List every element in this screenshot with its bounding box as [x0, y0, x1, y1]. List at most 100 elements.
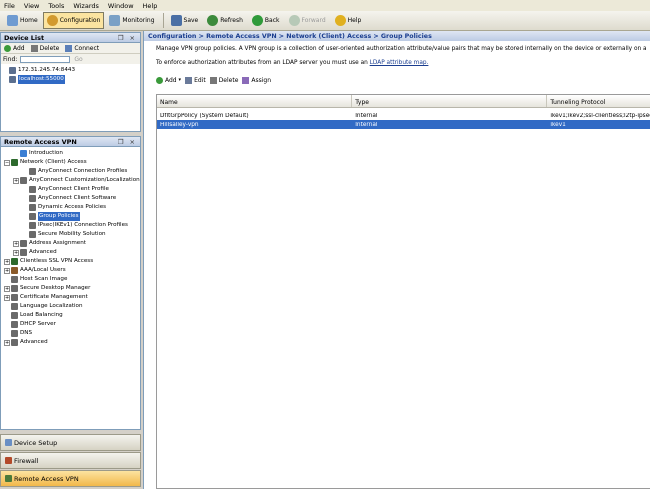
- device-list-toolbar: Add Delete Connect: [1, 43, 140, 54]
- tree-item-label: AnyConnect Client Software: [38, 195, 117, 201]
- help-icon: [334, 15, 346, 26]
- tree-item[interactable]: + Certificate Management: [4, 293, 140, 302]
- column-tunneling-protocol[interactable]: Tunneling Protocol: [547, 95, 650, 107]
- delete-device-button[interactable]: Delete: [30, 44, 59, 52]
- tree-item-label: DHCP Server: [20, 321, 56, 327]
- firewall-nav[interactable]: Firewall: [0, 452, 141, 469]
- tree-item-label: Group Policies: [38, 212, 80, 221]
- navigation-tree: Introduction − Network (Client) Access AnyC…: [1, 147, 140, 347]
- tree-item[interactable]: + AAA/Local Users: [4, 266, 140, 275]
- menu-view[interactable]: View: [24, 2, 39, 10]
- tree-expander-icon[interactable]: +: [13, 240, 19, 247]
- monitoring-button[interactable]: Monitoring: [105, 12, 158, 29]
- connect-device-button[interactable]: Connect: [65, 44, 99, 52]
- group-policy-toolbar: Add ▾ Edit Delete Assign: [156, 74, 275, 86]
- find-input[interactable]: [20, 55, 71, 63]
- refresh-icon: [207, 15, 219, 26]
- device-list-panel: Device List ❐ × Add Delete Connect Find:…: [0, 32, 141, 132]
- add-policy-button[interactable]: Add ▾: [156, 76, 181, 84]
- save-button[interactable]: Save: [167, 12, 203, 29]
- tree-expander-icon[interactable]: +: [4, 267, 10, 274]
- tree-item-label: AnyConnect Client Profile: [38, 186, 109, 192]
- tree-item[interactable]: Secure Mobility Solution: [4, 230, 140, 239]
- tree-item-label: Certificate Management: [20, 294, 88, 300]
- menu-file[interactable]: File: [4, 2, 15, 10]
- tree-node-icon: [11, 339, 18, 346]
- tree-expander-icon[interactable]: +: [13, 249, 19, 256]
- tree-expander-icon[interactable]: +: [4, 258, 10, 265]
- tree-item-label: Advanced: [29, 249, 57, 255]
- tree-item[interactable]: + Advanced: [4, 248, 140, 257]
- tree-expander-icon[interactable]: −: [4, 159, 10, 166]
- tree-item[interactable]: DNS: [4, 329, 140, 338]
- vpn-icon: [5, 475, 12, 482]
- tree-item[interactable]: AnyConnect Connection Profiles: [4, 167, 140, 176]
- tree-item[interactable]: − Network (Client) Access: [4, 158, 140, 167]
- go-button[interactable]: Go: [74, 56, 82, 63]
- tree-item-label: AnyConnect Connection Profiles: [38, 168, 128, 174]
- configuration-button[interactable]: Configuration: [42, 12, 105, 29]
- tree-item[interactable]: + Address Assignment: [4, 239, 140, 248]
- menu-wizards[interactable]: Wizards: [73, 2, 99, 10]
- tree-expander-icon[interactable]: +: [4, 339, 10, 346]
- ldap-attribute-map-link[interactable]: LDAP attribute map.: [370, 60, 429, 66]
- back-button[interactable]: Back: [248, 12, 284, 29]
- tree-item[interactable]: Introduction: [4, 149, 140, 158]
- assign-policy-button[interactable]: Assign: [242, 76, 271, 84]
- tree-node-icon: [20, 240, 27, 247]
- tree-node-icon: [29, 213, 36, 220]
- add-icon: [4, 44, 11, 52]
- device-item[interactable]: localhost:55000: [9, 75, 140, 84]
- delete-policy-button[interactable]: Delete: [209, 76, 238, 84]
- forward-button[interactable]: Forward: [285, 12, 330, 29]
- tree-item[interactable]: Language Localization: [4, 302, 140, 311]
- tree-expander-icon[interactable]: +: [4, 285, 10, 292]
- tree-item[interactable]: Dynamic Access Policies: [4, 203, 140, 212]
- panel-controls[interactable]: ❐ ×: [118, 138, 137, 146]
- find-row: Find: Go: [1, 54, 140, 64]
- device-setup-nav[interactable]: Device Setup: [0, 434, 141, 451]
- tree-expander-icon[interactable]: +: [4, 294, 10, 301]
- tree-item[interactable]: DHCP Server: [4, 320, 140, 329]
- tree-item[interactable]: AnyConnect Client Profile: [4, 185, 140, 194]
- home-icon: [7, 15, 18, 26]
- tree-item[interactable]: Group Policies: [4, 212, 140, 221]
- edit-policy-button[interactable]: Edit: [185, 76, 206, 84]
- device-setup-icon: [5, 439, 12, 446]
- table-row[interactable]: Hillsalley-vpn Internal ikev1: [157, 120, 650, 129]
- table-row[interactable]: DfltGrpPolicy (System Default) Internal …: [157, 111, 650, 120]
- tree-node-icon: [29, 231, 36, 238]
- help-button[interactable]: Help: [331, 12, 366, 29]
- tree-item[interactable]: Load Balancing: [4, 311, 140, 320]
- menu-window[interactable]: Window: [108, 2, 134, 10]
- tree-node-icon: [11, 159, 18, 166]
- tree-expander-icon[interactable]: +: [13, 177, 19, 184]
- tree-item-label: AnyConnect Customization/Localization: [29, 177, 140, 183]
- remote-access-vpn-title: Remote Access VPN ❐ ×: [1, 137, 140, 147]
- remote-access-vpn-nav[interactable]: Remote Access VPN: [0, 470, 141, 487]
- home-button[interactable]: Home: [3, 12, 42, 29]
- device-item[interactable]: 172.31.245.74:8443: [9, 66, 140, 75]
- menu-tools[interactable]: Tools: [48, 2, 64, 10]
- tree-item[interactable]: + AnyConnect Customization/Localization: [4, 176, 140, 185]
- tree-item[interactable]: AnyConnect Client Software: [4, 194, 140, 203]
- remote-access-vpn-panel: Remote Access VPN ❐ × Introduction − Netwo…: [0, 136, 141, 430]
- tree-item-label: Address Assignment: [29, 240, 86, 246]
- menu-help[interactable]: Help: [143, 2, 158, 10]
- refresh-button[interactable]: Refresh: [203, 12, 247, 29]
- tree-node-icon: [20, 150, 27, 157]
- add-device-button[interactable]: Add: [4, 44, 25, 52]
- panel-controls[interactable]: ❐ ×: [118, 34, 137, 42]
- tree-item[interactable]: + Advanced: [4, 338, 140, 347]
- monitor-icon: [109, 15, 121, 26]
- tree-item[interactable]: + Secure Desktop Manager: [4, 284, 140, 293]
- device-icon: [9, 76, 16, 83]
- tree-item-label: Introduction: [29, 150, 63, 156]
- column-name[interactable]: Name: [157, 95, 353, 107]
- tree-item[interactable]: Host Scan Image: [4, 275, 140, 284]
- column-type[interactable]: Type: [352, 95, 548, 107]
- tree-node-icon: [29, 222, 36, 229]
- tree-item[interactable]: + Clientless SSL VPN Access: [4, 257, 140, 266]
- tree-item[interactable]: IPsec(IKEv1) Connection Profiles: [4, 221, 140, 230]
- tree-node-icon: [29, 195, 36, 202]
